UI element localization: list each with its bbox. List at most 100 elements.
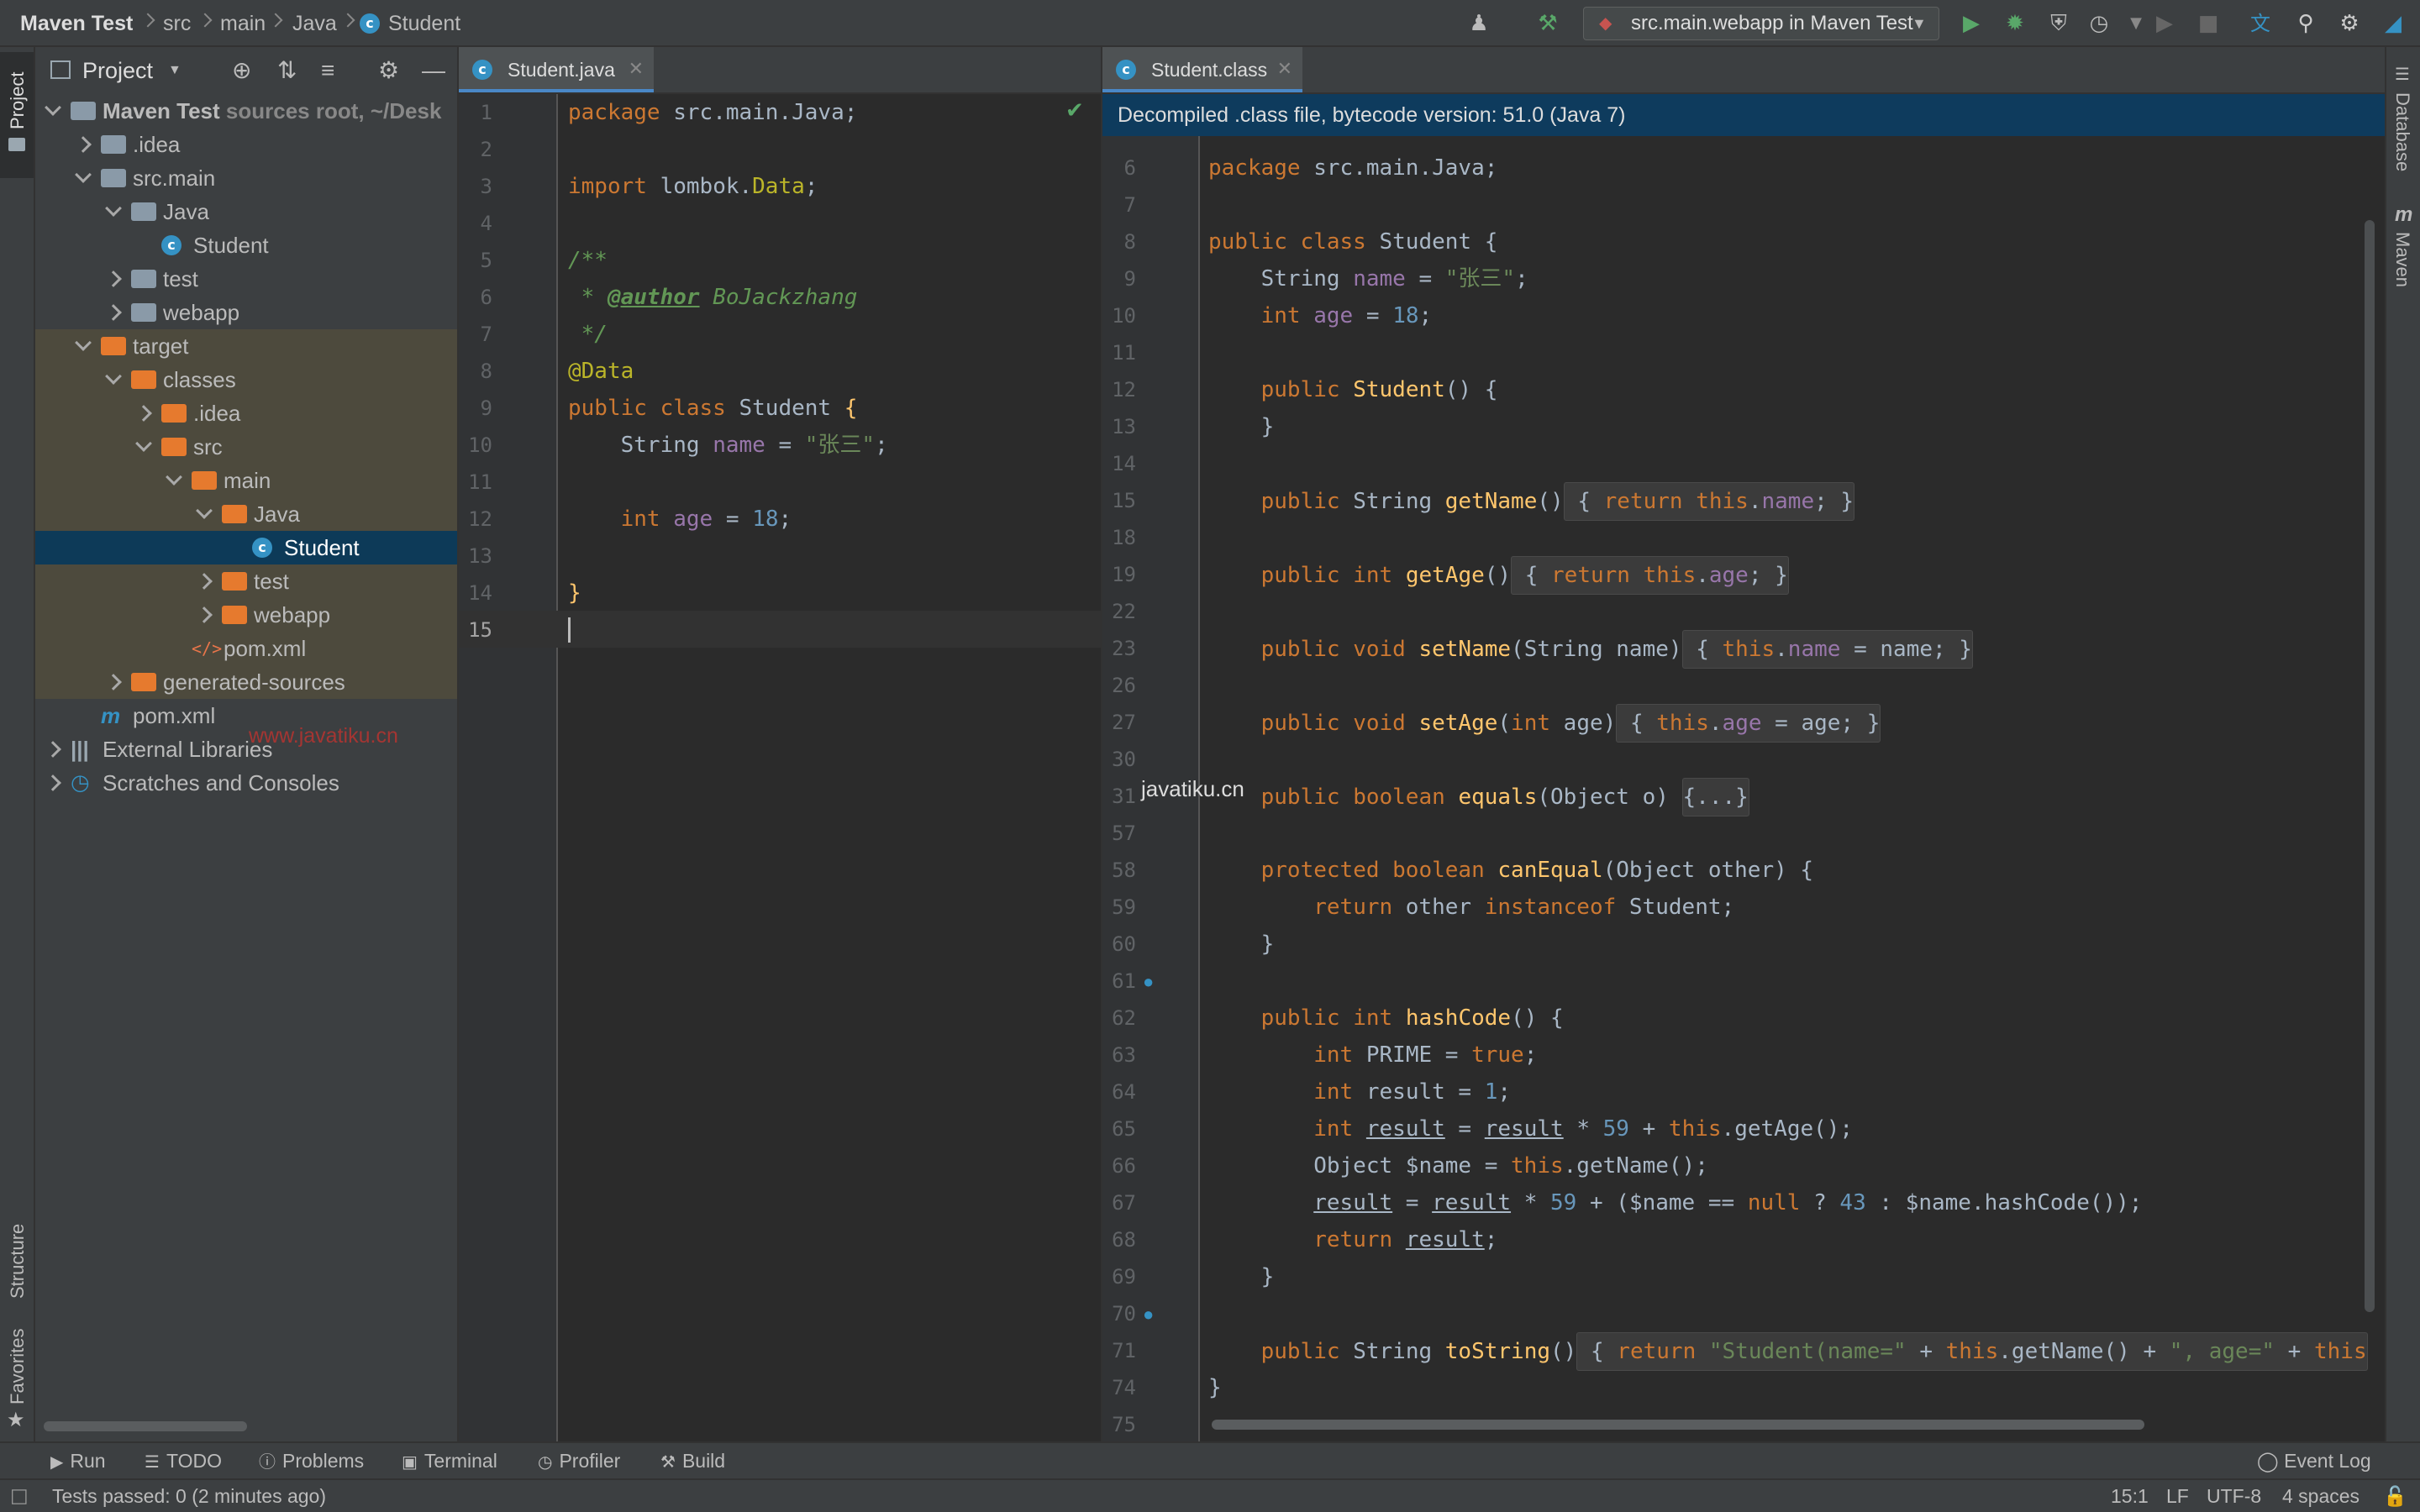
- tree-item[interactable]: webapp: [35, 598, 457, 632]
- chevron-right-icon[interactable]: [105, 304, 122, 321]
- tree-item[interactable]: ◷ Scratches and Consoles: [35, 766, 457, 800]
- line-separator[interactable]: LF: [2166, 1480, 2189, 1512]
- structure-tool-button[interactable]: Structure: [0, 1173, 34, 1324]
- breadcrumb-item-src[interactable]: src: [163, 0, 191, 47]
- tree-item[interactable]: src: [35, 430, 457, 464]
- tree-item[interactable]: test: [35, 262, 457, 296]
- chevron-right-icon[interactable]: [135, 405, 152, 422]
- tool-window-profiler[interactable]: ◷ Profiler: [538, 1443, 620, 1478]
- plugin-icon[interactable]: ◢: [2380, 10, 2407, 37]
- settings-icon[interactable]: ⚙: [2336, 10, 2363, 37]
- tree-item[interactable]: c Student: [35, 228, 457, 262]
- tree-item[interactable]: Java: [35, 497, 457, 531]
- close-icon[interactable]: ✕: [1277, 47, 1292, 92]
- gear-icon[interactable]: ⚙: [378, 47, 399, 94]
- breadcrumb-project[interactable]: Maven Test: [20, 0, 133, 47]
- chevron-down-icon[interactable]: ▼: [168, 47, 182, 94]
- folder-icon: [131, 270, 156, 288]
- search-icon[interactable]: ⚲: [2292, 10, 2319, 37]
- breadcrumb-item-student[interactable]: Student: [388, 0, 460, 47]
- tool-window-todo[interactable]: ☰ TODO: [145, 1443, 222, 1478]
- chevron-right-icon[interactable]: [75, 136, 92, 153]
- favorites-tool-button[interactable]: Favorites ★: [0, 1307, 34, 1433]
- chevron-right-icon[interactable]: [196, 606, 213, 623]
- tool-window-terminal[interactable]: ▣ Terminal: [402, 1443, 497, 1478]
- tree-item[interactable]: webapp: [35, 296, 457, 329]
- tree-item[interactable]: generated-sources: [35, 665, 457, 699]
- chevron-down-icon[interactable]: [45, 99, 61, 116]
- tree-item[interactable]: test: [35, 564, 457, 598]
- chevron-right-icon[interactable]: [105, 674, 122, 690]
- lock-icon[interactable]: 🔓: [2383, 1480, 2407, 1512]
- tree-item[interactable]: c Student: [35, 531, 457, 564]
- horizontal-scrollbar[interactable]: [1212, 1420, 2144, 1430]
- tool-window-problems[interactable]: ⓘ Problems: [259, 1443, 364, 1478]
- chevron-down-icon[interactable]: [105, 200, 122, 217]
- tab-student-java[interactable]: c Student.java ✕: [459, 47, 654, 92]
- terminal-icon: ▣: [402, 1452, 418, 1472]
- tool-window-run[interactable]: ▶ Run: [50, 1443, 106, 1478]
- override-marker-icon: ●: [1143, 971, 1155, 992]
- chevron-right-icon[interactable]: [105, 270, 122, 287]
- database-tool-button[interactable]: ☰ Database: [2386, 59, 2420, 185]
- collapse-all-icon[interactable]: ≡: [321, 47, 334, 94]
- coverage-icon[interactable]: ⛨: [2045, 10, 2072, 37]
- chevron-down-icon[interactable]: [135, 435, 152, 452]
- hide-panel-icon[interactable]: —: [422, 47, 445, 94]
- chevron-down-icon[interactable]: [166, 469, 182, 486]
- tree-item[interactable]: .idea: [35, 128, 457, 161]
- indent-setting[interactable]: 4 spaces: [2282, 1480, 2360, 1512]
- class-icon: c: [360, 13, 380, 34]
- chevron-down-icon[interactable]: [75, 334, 92, 351]
- project-panel-title[interactable]: Project: [82, 47, 153, 94]
- build-hammer-icon[interactable]: ⚒: [1534, 10, 1561, 37]
- expand-all-icon[interactable]: ⇅: [277, 47, 297, 94]
- line-number: 6: [480, 286, 492, 309]
- tree-item[interactable]: src.main: [35, 161, 457, 195]
- tree-item[interactable]: .idea: [35, 396, 457, 430]
- caret-position[interactable]: 15:1: [2111, 1480, 2149, 1512]
- breadcrumb-item-java[interactable]: Java: [292, 0, 337, 47]
- chevron-down-icon[interactable]: [196, 502, 213, 519]
- tree-item[interactable]: Maven Test sources root, ~/Desk: [35, 94, 457, 128]
- project-tool-button[interactable]: Project: [0, 52, 34, 178]
- chevron-down-icon[interactable]: [75, 166, 92, 183]
- layout-icon[interactable]: □: [10, 1480, 29, 1512]
- status-message[interactable]: Tests passed: 0 (2 minutes ago): [52, 1480, 326, 1512]
- line-number: 62: [1112, 1006, 1136, 1030]
- locate-icon[interactable]: ⊕: [232, 47, 251, 94]
- translate-icon[interactable]: 文: [2247, 10, 2274, 37]
- step-icon[interactable]: ▶: [2151, 10, 2178, 37]
- tree-item-label: test: [163, 266, 198, 291]
- file-encoding[interactable]: UTF-8: [2207, 1480, 2261, 1512]
- java-editor-pane: c Student.java ✕ 1 package src.main.Java;…: [459, 47, 1102, 1441]
- tree-item[interactable]: main: [35, 464, 457, 497]
- chevron-right-icon[interactable]: [196, 573, 213, 590]
- horizontal-scrollbar[interactable]: [44, 1421, 247, 1431]
- profile-icon[interactable]: ◷: [2086, 10, 2112, 37]
- chevron-right-icon[interactable]: [45, 774, 61, 791]
- chevron-down-icon[interactable]: ▼: [2123, 10, 2149, 37]
- debug-icon[interactable]: ✹: [2002, 10, 2028, 37]
- user-icon[interactable]: ♟: [1465, 10, 1492, 37]
- vertical-scrollbar[interactable]: [2365, 220, 2375, 1312]
- tree-item-label: src.main: [133, 165, 216, 191]
- run-configuration-selector[interactable]: ◆ src.main.webapp in Maven Test ▼: [1583, 7, 1939, 40]
- favorites-tool-label: Favorites: [7, 1328, 28, 1404]
- event-log-button[interactable]: ◯ Event Log: [2257, 1443, 2371, 1478]
- maven-tool-button[interactable]: m Maven: [2386, 202, 2420, 319]
- breadcrumb-item-main[interactable]: main: [220, 0, 266, 47]
- tree-item[interactable]: </> pom.xml: [35, 632, 457, 665]
- tree-item-label: Student: [284, 535, 360, 560]
- tab-student-class[interactable]: c Student.class ✕: [1102, 47, 1302, 92]
- stop-icon[interactable]: ■: [2195, 10, 2222, 37]
- chevron-right-icon[interactable]: [45, 741, 61, 758]
- tree-item[interactable]: Java: [35, 195, 457, 228]
- tool-window-build[interactable]: ⚒ Build: [660, 1443, 725, 1478]
- tree-item[interactable]: classes: [35, 363, 457, 396]
- chevron-down-icon[interactable]: [105, 368, 122, 385]
- tree-item[interactable]: target: [35, 329, 457, 363]
- line-number: 9: [1123, 267, 1136, 291]
- run-icon[interactable]: ▶: [1958, 10, 1985, 37]
- close-icon[interactable]: ✕: [629, 47, 644, 92]
